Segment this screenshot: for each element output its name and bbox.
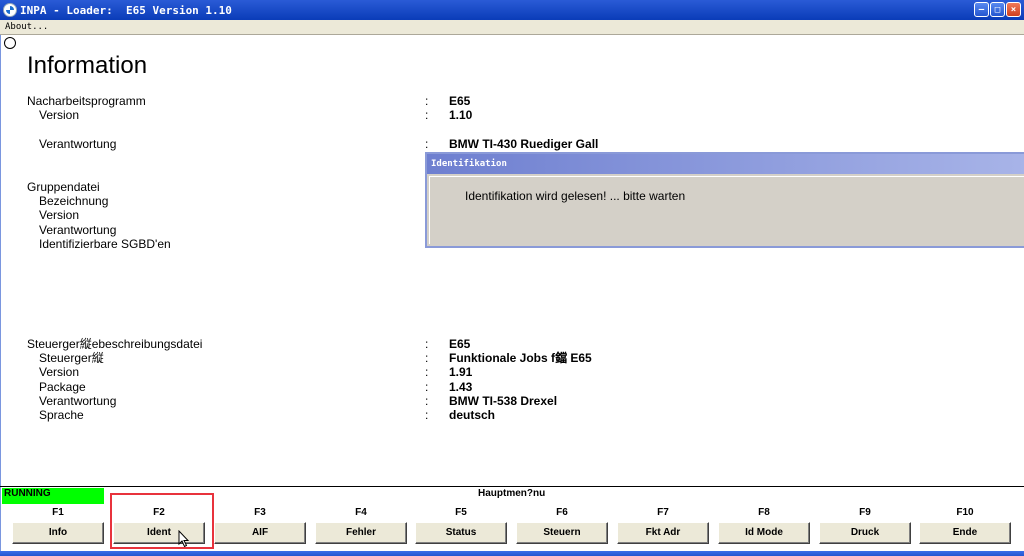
ecu-item-value: deutsch	[449, 408, 496, 422]
info-label-version: Version	[39, 108, 80, 122]
ecu-item-value: 1.91	[449, 365, 473, 379]
ecu-item-value: BMW TI-538 Drexel	[449, 394, 558, 408]
f10-ende-button[interactable]: Ende	[919, 522, 1011, 544]
f6-steuern-button[interactable]: Steuern	[516, 522, 608, 544]
info-value-program: E65	[449, 94, 471, 108]
minimize-button[interactable]: –	[974, 2, 989, 17]
f5-status-button[interactable]: Status	[415, 522, 507, 544]
info-value-version: 1.10	[449, 108, 473, 122]
dialog-title: Identifikation	[427, 154, 1024, 174]
fkey-label-f10: F10	[956, 507, 974, 518]
ecu-item-label: Steuerger縦	[39, 351, 104, 365]
f9-druck-button[interactable]: Druck	[819, 522, 911, 544]
identification-dialog: Identifikation Identifikation wird geles…	[425, 152, 1024, 248]
dialog-body	[429, 176, 1024, 244]
menu-bar: About...	[0, 20, 1024, 35]
menu-about[interactable]: About...	[5, 22, 48, 32]
bmw-logo-icon	[3, 3, 17, 17]
f7-fkt-adr-button[interactable]: Fkt Adr	[617, 522, 709, 544]
colon: :	[425, 394, 429, 408]
status-badge: RUNNING	[2, 488, 104, 504]
info-value-verantwortung: BMW TI-430 Ruediger Gall	[449, 137, 599, 151]
fkey-label-f1: F1	[52, 507, 64, 518]
fkey-label-f3: F3	[254, 507, 266, 518]
fkey-label-f9: F9	[859, 507, 871, 518]
fkey-label-f8: F8	[758, 507, 770, 518]
colon: :	[425, 408, 429, 422]
colon: :	[425, 380, 429, 394]
colon: :	[425, 94, 429, 108]
group-label: Gruppendatei	[27, 180, 100, 194]
f4-fehler-button[interactable]: Fehler	[315, 522, 407, 544]
ecu-item-label: Version	[39, 365, 80, 379]
frame-border	[0, 35, 1, 555]
f8-id-mode-button[interactable]: Id Mode	[718, 522, 810, 544]
maximize-button[interactable]: □	[990, 2, 1005, 17]
group-item-bezeichnung: Bezeichnung	[39, 194, 109, 208]
ecu-label: Steuerger縦ebeschreibungsdatei	[27, 337, 203, 351]
info-label-verantwortung: Verantwortung	[39, 137, 117, 151]
f1-info-button[interactable]: Info	[12, 522, 104, 544]
taskbar-edge	[0, 551, 1024, 556]
group-item-sgbd: Identifizierbare SGBD'en	[39, 237, 171, 251]
fkey-label-f7: F7	[657, 507, 669, 518]
ecu-item-label: Sprache	[39, 408, 84, 422]
dialog-message: Identifikation wird gelesen! ... bitte w…	[465, 189, 686, 203]
colon: :	[425, 137, 429, 151]
close-button[interactable]: ×	[1006, 2, 1021, 17]
ecu-item-label: Verantwortung	[39, 394, 117, 408]
divider	[0, 486, 1024, 487]
highlight-box	[110, 493, 214, 549]
window-titlebar: INPA - Loader: E65 Version 1.10 – □ ×	[0, 0, 1024, 20]
fkey-label-f6: F6	[556, 507, 568, 518]
group-item-verantwortung: Verantwortung	[39, 223, 117, 237]
circle-icon	[4, 37, 16, 49]
ecu-item-value: Funktionale Jobs f鐺 E65	[449, 351, 592, 365]
window-title: INPA - Loader: E65 Version 1.10	[20, 4, 232, 17]
menu-title: Hauptmen?nu	[478, 488, 546, 499]
colon: :	[425, 351, 429, 365]
colon: :	[425, 365, 429, 379]
fkey-label-f5: F5	[455, 507, 467, 518]
ecu-item-label: Package	[39, 380, 86, 394]
colon: :	[425, 108, 429, 122]
info-label-nacharbeitsprogramm: Nacharbeitsprogramm	[27, 94, 146, 108]
colon: :	[425, 337, 429, 351]
ecu-item-value: 1.43	[449, 380, 473, 394]
f3-aif-button[interactable]: AIF	[214, 522, 306, 544]
ecu-value: E65	[449, 337, 471, 351]
page-title: Information	[27, 52, 148, 79]
fkey-label-f4: F4	[355, 507, 367, 518]
group-item-version: Version	[39, 208, 80, 222]
